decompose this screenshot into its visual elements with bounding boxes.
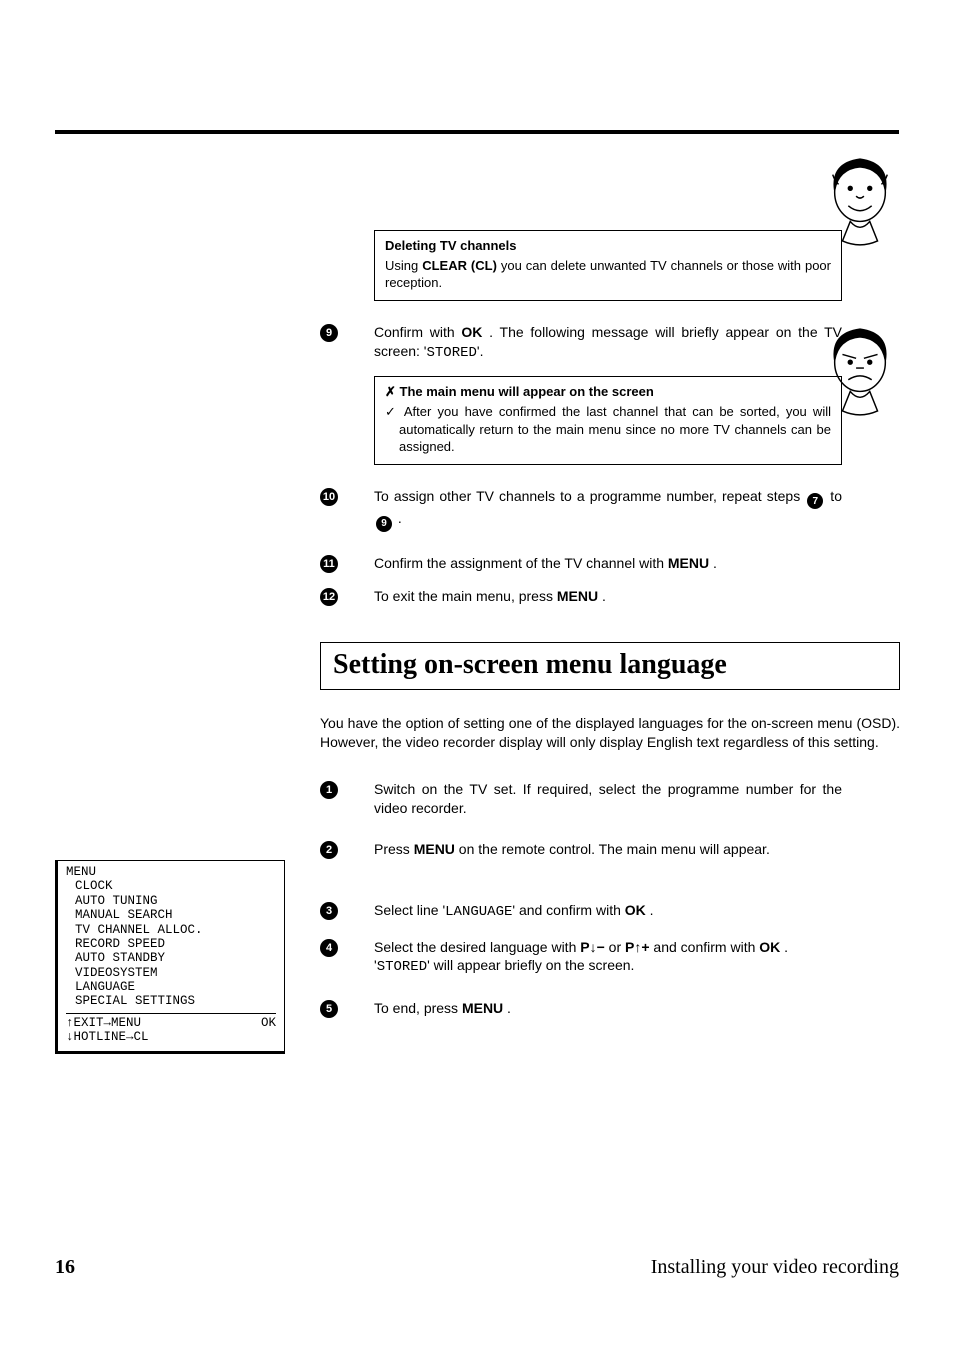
ref-step-7: 7 (807, 493, 823, 509)
step-bullet: 5 (320, 1000, 338, 1018)
step-3: 3 Select line 'LANGUAGE' and confirm wit… (320, 901, 906, 922)
osd-ok: OK (261, 1016, 276, 1030)
step-text: To end, press MENU . (374, 999, 842, 1018)
step-bullet: 4 (320, 939, 338, 957)
step-text: Confirm with OK . The following message … (374, 323, 842, 363)
section-intro: You have the option of setting one of th… (320, 714, 900, 752)
step-bullet: 9 (320, 324, 338, 342)
step-10: 10 To assign other TV channels to a prog… (320, 487, 906, 533)
osd-item: VIDEOSYSTEM (66, 966, 276, 980)
osd-item: MANUAL SEARCH (66, 908, 276, 922)
step-text: To exit the main menu, press MENU . (374, 587, 842, 606)
step-4: 4 Select the desired language with P↓− o… (320, 938, 906, 978)
osd-item: SPECIAL SETTINGS (66, 994, 276, 1008)
osd-item: AUTO TUNING (66, 894, 276, 908)
step-bullet: 10 (320, 488, 338, 506)
osd-item: LANGUAGE (66, 980, 276, 994)
osd-item: CLOCK (66, 879, 276, 893)
osd-exit: ↑EXIT→MENU (66, 1016, 141, 1030)
step-text: Switch on the TV set. If required, selec… (374, 780, 842, 818)
step-text: Select the desired language with P↓− or … (374, 938, 842, 978)
osd-item: AUTO STANDBY (66, 951, 276, 965)
step-12: 12 To exit the main menu, press MENU . (320, 587, 906, 606)
section-title: Setting on-screen menu language (333, 649, 887, 681)
step-text: Press MENU on the remote control. The ma… (374, 840, 842, 859)
step-9: 9 Confirm with OK . The following messag… (320, 323, 906, 363)
step-text: Select line 'LANGUAGE' and confirm with … (374, 901, 842, 922)
footer-text: Installing your video recording (651, 1256, 899, 1279)
step-bullet: 2 (320, 841, 338, 859)
deleting-channels-box: Deleting TV channels Using CLEAR (CL) yo… (374, 230, 842, 301)
check-title: The main menu will appear on the screen (385, 383, 831, 401)
tip-title: Deleting TV channels (385, 237, 831, 255)
step-bullet: 3 (320, 902, 338, 920)
step-2: 2 Press MENU on the remote control. The … (320, 840, 906, 859)
step-text: To assign other TV channels to a program… (374, 487, 842, 533)
step-5: 5 To end, press MENU . (320, 999, 906, 1018)
main-menu-appear-box: The main menu will appear on the screen … (374, 376, 842, 464)
step-bullet: 1 (320, 781, 338, 799)
step-bullet: 11 (320, 555, 338, 573)
section-heading-box: Setting on-screen menu language (320, 642, 900, 690)
step-11: 11 Confirm the assignment of the TV chan… (320, 554, 906, 573)
step-bullet: 12 (320, 588, 338, 606)
step-1: 1 Switch on the TV set. If required, sel… (320, 780, 906, 818)
header-rule (55, 130, 899, 134)
page-number: 16 (55, 1256, 75, 1279)
tip-body: Using CLEAR (CL) you can delete unwanted… (385, 257, 831, 292)
step-text: Confirm the assignment of the TV channel… (374, 554, 842, 573)
osd-hotline: ↓HOTLINE→CL (66, 1030, 276, 1044)
osd-title: MENU (66, 865, 276, 879)
main-content: Deleting TV channels Using CLEAR (CL) yo… (320, 230, 906, 1018)
osd-item: RECORD SPEED (66, 937, 276, 951)
check-body: After you have confirmed the last channe… (385, 403, 831, 456)
osd-menu: MENU CLOCK AUTO TUNING MANUAL SEARCH TV … (55, 860, 285, 1054)
ref-step-9: 9 (376, 516, 392, 532)
osd-item: TV CHANNEL ALLOC. (66, 923, 276, 937)
